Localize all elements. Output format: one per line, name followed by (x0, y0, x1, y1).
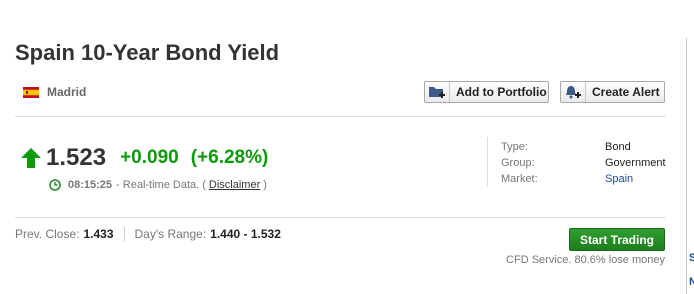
info-label: Market: (501, 173, 538, 185)
quote-time-row: 08:15:25 - Real-time Data. ( Disclaimer … (49, 179, 267, 191)
arrow-up-icon (21, 148, 41, 168)
price-change: +0.090 (120, 147, 179, 168)
info-divider (487, 137, 488, 187)
close-paren: ) (263, 179, 267, 191)
info-value: Government (605, 157, 666, 169)
instrument-info: Type: Bond Group: Government Market: Spa… (501, 139, 666, 187)
price-change-percent: (+6.28%) (190, 147, 269, 168)
cfd-disclaimer: CFD Service. 80.6% lose money (506, 254, 665, 266)
info-value: Bond (605, 141, 631, 153)
info-row-market: Market: Spain (501, 171, 666, 187)
start-trading-button[interactable]: Start Trading (569, 228, 665, 251)
info-row-type: Type: Bond (501, 139, 666, 155)
quote-time: 08:15:25 (68, 179, 113, 191)
add-to-portfolio-button[interactable]: Add to Portfolio (424, 81, 549, 103)
add-to-portfolio-label: Add to Portfolio (456, 85, 547, 99)
days-range-label: Day's Range: (134, 227, 207, 241)
create-alert-label: Create Alert (592, 85, 660, 99)
last-price: 1.523 (46, 144, 107, 171)
info-row-group: Group: Government (501, 155, 666, 171)
prev-close-value: 1.433 (83, 227, 114, 241)
stats-row: Prev. Close: 1.433 Day's Range: 1.440 - … (15, 227, 281, 241)
prev-close-label: Prev. Close: (15, 227, 80, 241)
page: Spain 10-Year Bond Yield Madrid Add to P… (0, 0, 694, 294)
location-label: Madrid (47, 85, 87, 99)
quote-row: 1.523 +0.090 (+6.28%) (20, 144, 268, 172)
market-link[interactable]: Spain (605, 173, 633, 185)
stats-separator (123, 227, 125, 241)
portfolio-add-icon (425, 82, 450, 102)
days-range-value: 1.440 - 1.532 (210, 227, 281, 241)
create-alert-button[interactable]: Create Alert (560, 81, 665, 103)
page-title: Spain 10-Year Bond Yield (15, 40, 280, 65)
spain-flag-icon (23, 86, 39, 98)
adjacent-panel-fragment[interactable]: N (689, 276, 694, 288)
info-label: Type: (501, 141, 528, 153)
adjacent-panel-fragment[interactable]: S (689, 252, 694, 264)
divider (15, 217, 666, 218)
info-label: Group: (501, 157, 535, 169)
disclaimer-link[interactable]: Disclaimer (209, 179, 260, 191)
bell-plus-icon (561, 82, 586, 102)
location: Madrid (23, 85, 86, 99)
realtime-data-text: - Real-time Data. ( (116, 179, 206, 191)
divider (15, 116, 666, 117)
clock-icon (49, 179, 61, 191)
